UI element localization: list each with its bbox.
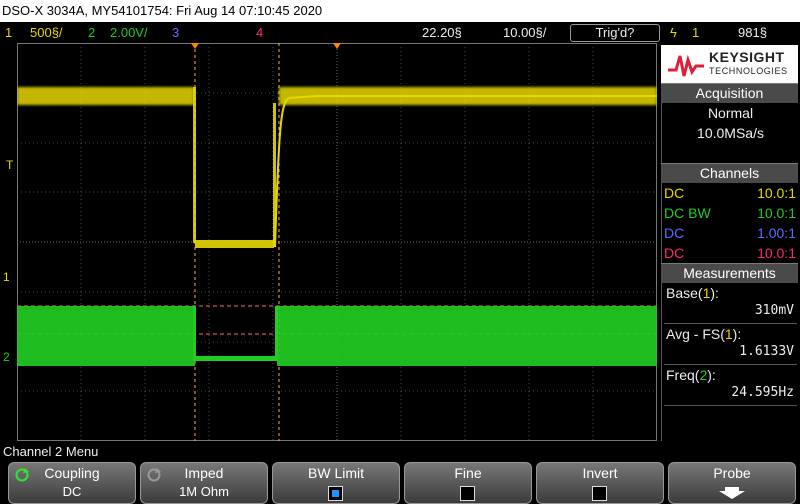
channel-coupling: DC: [664, 245, 685, 261]
coupling-softkey[interactable]: Coupling DC: [8, 462, 136, 504]
acquisition-panel: Normal 10.0MSa/s: [661, 103, 799, 163]
ch1-number[interactable]: 1: [5, 22, 12, 43]
channel-probe-ratio: 10.0:1: [757, 245, 796, 261]
graticule-and-traces: [17, 43, 657, 441]
acquisition-mode: Normal: [707, 105, 754, 121]
impedance-value: 1M Ohm: [179, 484, 229, 499]
window-title-bar: DSO-X 3034A, MY54101754: Fri Aug 14 07:1…: [0, 0, 800, 22]
measurement-suffix: ):: [707, 367, 716, 383]
bw-limit-softkey[interactable]: BW Limit: [272, 462, 400, 504]
trigger-level-marker[interactable]: T: [6, 158, 13, 172]
measurements-panel: Base(1): 310mV Avg - FS(1): 1.6133V Freq(2):…: [661, 283, 799, 441]
trigger-level[interactable]: 981§: [738, 22, 767, 43]
acquisition-title: Acquisition: [661, 83, 798, 103]
channel-probe-ratio: 10.0:1: [757, 205, 796, 221]
measurement-source: 1: [724, 326, 733, 342]
measurement-item[interactable]: Base(1): 310mV: [664, 283, 797, 324]
measurement-label: Freq(2):: [666, 367, 716, 383]
ch1-scale[interactable]: 500§/: [30, 22, 63, 43]
measurement-name: Base(: [666, 285, 703, 301]
ch4-number[interactable]: 4: [256, 22, 263, 43]
measurement-suffix: ):: [732, 326, 742, 342]
impedance-label: Imped: [184, 465, 224, 481]
impedance-softkey[interactable]: Imped 1M Ohm: [140, 462, 268, 504]
waveform-display[interactable]: [17, 43, 657, 441]
acquisition-rate: 10.0MSa/s: [697, 125, 764, 141]
invert-checkbox[interactable]: [592, 486, 607, 501]
menu-title: Channel 2 Menu: [3, 444, 99, 459]
trigger-position-marker[interactable]: [191, 43, 199, 49]
ch2-scale[interactable]: 2.00V/: [110, 22, 148, 43]
invert-softkey[interactable]: Invert: [536, 462, 664, 504]
coupling-label: Coupling: [44, 465, 100, 481]
channels-panel: DC 10.0:1 DC BW 10.0:1 DC 1.00:1 DC 10.0:1: [661, 183, 799, 263]
ch2-trace: [17, 306, 657, 366]
bw-limit-label: BW Limit: [308, 465, 364, 481]
measurement-item[interactable]: Freq(2): 24.595Hz: [664, 365, 797, 406]
channel-coupling: DC BW: [664, 205, 711, 221]
measurement-label: Avg - FS(1):: [666, 326, 741, 342]
logo-subtitle: TECHNOLOGIES: [709, 66, 788, 76]
channel-row: DC 10.0:1: [662, 183, 799, 203]
ch1-ground-marker[interactable]: 1: [3, 270, 10, 284]
measurement-suffix: ):: [710, 285, 719, 301]
submenu-arrow-icon: [719, 487, 745, 499]
channels-title: Channels: [661, 163, 798, 183]
time-reference-marker[interactable]: [333, 43, 341, 49]
window-title: DSO-X 3034A, MY54101754: Fri Aug 14 07:1…: [2, 3, 323, 18]
measurement-item[interactable]: Avg - FS(1): 1.6133V: [664, 324, 797, 365]
ch2-number[interactable]: 2: [88, 22, 95, 43]
probe-label: Probe: [713, 465, 751, 481]
trigger-edge-icon: ϟ: [670, 25, 677, 40]
bw-limit-checkbox[interactable]: [328, 486, 343, 501]
measurement-value: 24.595Hz: [731, 385, 794, 400]
ch2-ground-marker[interactable]: 2: [3, 350, 10, 364]
keysight-logo: KEYSIGHT TECHNOLOGIES: [661, 45, 798, 83]
channel-row: DC BW 10.0:1: [662, 203, 799, 223]
trigger-status: Trig'd?: [570, 24, 660, 42]
logo-brand: KEYSIGHT: [709, 49, 785, 65]
channel-coupling: DC: [664, 225, 685, 241]
channel-probe-ratio: 1.00:1: [757, 225, 796, 241]
channel-coupling: DC: [664, 185, 685, 201]
fine-label: Fine: [454, 465, 482, 481]
channel-row: DC 1.00:1: [662, 223, 799, 243]
probe-softkey[interactable]: Probe: [668, 462, 796, 504]
ch3-number[interactable]: 3: [172, 22, 179, 43]
time-reference[interactable]: 22.20§: [422, 22, 462, 43]
measurement-value: 1.6133V: [739, 344, 794, 359]
time-scale[interactable]: 10.00§/: [503, 22, 546, 43]
channel-probe-ratio: 10.0:1: [757, 185, 796, 201]
channel-row: DC 10.0:1: [662, 243, 799, 263]
measurement-name: Avg - FS(: [666, 326, 725, 342]
invert-label: Invert: [582, 465, 618, 481]
fine-softkey[interactable]: Fine: [404, 462, 532, 504]
measurements-title: Measurements: [661, 263, 798, 283]
measurement-value: 310mV: [754, 303, 794, 318]
fine-checkbox[interactable]: [460, 486, 475, 501]
measurement-name: Freq(: [666, 367, 700, 383]
keysight-wave-icon: [668, 54, 704, 77]
coupling-value: DC: [62, 484, 82, 499]
measurement-label: Base(1):: [666, 285, 719, 301]
status-bar: 1 500§/ 2 2.00V/ 3 4 22.20§ 10.00§/ ϟ 1 …: [0, 22, 800, 43]
trigger-source: 1: [692, 25, 700, 40]
